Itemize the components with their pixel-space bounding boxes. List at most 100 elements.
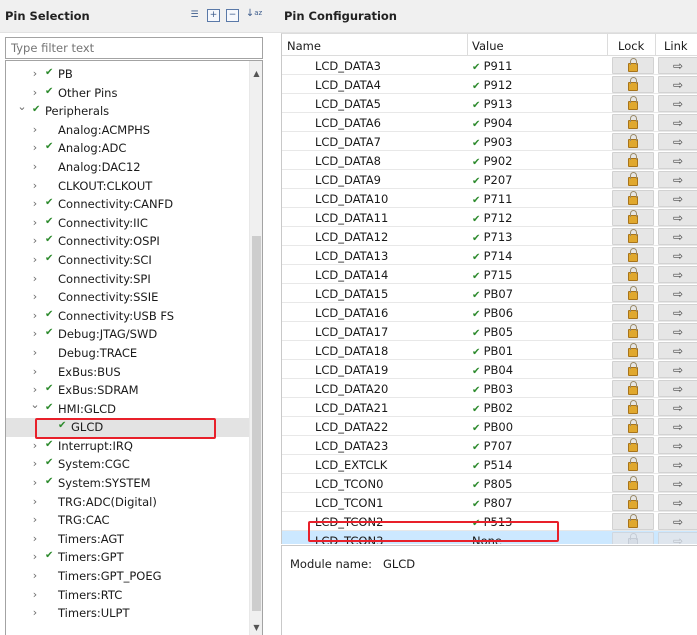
tree-item[interactable]: › ✔ Connectivity:OSPI	[6, 232, 250, 251]
link-arrow-icon[interactable]: ⇨	[658, 304, 697, 321]
table-row[interactable]: LCD_DATA5 ✔ P913 ⇨	[282, 94, 697, 113]
column-link[interactable]: Link	[664, 39, 688, 53]
tree-item[interactable]: ⌄ ✔ Peripherals	[6, 100, 250, 121]
tree-item[interactable]: › ✔ Connectivity:SCI	[6, 251, 250, 270]
table-row[interactable]: LCD_DATA23 ✔ P707 ⇨	[282, 436, 697, 455]
pin-value[interactable]: P711	[484, 192, 513, 206]
table-row[interactable]: LCD_TCON3 None ⇨	[282, 531, 697, 544]
chevron-right-icon[interactable]: ›	[29, 309, 41, 322]
tree-item[interactable]: › ✔ System:SYSTEM	[6, 474, 250, 493]
tree-item[interactable]: › ✔ PB	[6, 65, 250, 84]
link-arrow-icon[interactable]: ⇨	[658, 190, 697, 207]
pin-value[interactable]: PB04	[484, 363, 513, 377]
table-row[interactable]: LCD_TCON0 ✔ P805 ⇨	[282, 474, 697, 493]
scroll-up-arrow-icon[interactable]: ▲	[250, 67, 262, 81]
tree-item[interactable]: › ✔ Analog:ADC	[6, 139, 250, 158]
tree-item[interactable]: › Analog:ACMPHS	[6, 121, 250, 140]
pin-value[interactable]: P707	[484, 439, 513, 453]
chevron-right-icon[interactable]: ›	[29, 532, 41, 545]
table-row[interactable]: LCD_DATA16 ✔ PB06 ⇨	[282, 303, 697, 322]
link-arrow-icon[interactable]: ⇨	[658, 228, 697, 245]
tree-item[interactable]: › ✔ Connectivity:CANFD	[6, 195, 250, 214]
lock-button[interactable]	[612, 114, 654, 131]
lock-button[interactable]	[612, 513, 654, 530]
chevron-right-icon[interactable]: ›	[29, 290, 41, 303]
link-arrow-icon[interactable]: ⇨	[658, 418, 697, 435]
lock-button[interactable]	[612, 95, 654, 112]
table-row[interactable]: LCD_TCON2 ✔ P513 ⇨	[282, 512, 697, 531]
link-arrow-icon[interactable]: ⇨	[658, 209, 697, 226]
link-arrow-icon[interactable]: ⇨	[658, 114, 697, 131]
link-arrow-icon[interactable]: ⇨	[658, 437, 697, 454]
chevron-right-icon[interactable]: ›	[29, 253, 41, 266]
pin-value[interactable]: P714	[484, 249, 513, 263]
table-row[interactable]: LCD_DATA10 ✔ P711 ⇨	[282, 189, 697, 208]
lock-button[interactable]	[612, 171, 654, 188]
sort-az-icon[interactable]: ↓ az	[245, 7, 263, 20]
tree-item[interactable]: › Debug:TRACE	[6, 344, 250, 363]
link-arrow-icon[interactable]: ⇨	[658, 57, 697, 74]
scrollbar-thumb[interactable]	[252, 236, 261, 611]
link-arrow-icon[interactable]: ⇨	[658, 532, 697, 544]
lock-button[interactable]	[612, 399, 654, 416]
lock-button[interactable]	[612, 285, 654, 302]
table-row[interactable]: LCD_DATA12 ✔ P713 ⇨	[282, 227, 697, 246]
tree-scrollbar[interactable]: ▲ ▼	[249, 61, 262, 635]
link-arrow-icon[interactable]: ⇨	[658, 95, 697, 112]
pin-value[interactable]: P911	[484, 59, 513, 73]
table-row[interactable]: LCD_DATA19 ✔ PB04 ⇨	[282, 360, 697, 379]
expand-all-icon[interactable]: +	[207, 9, 220, 22]
tree-item[interactable]: › Timers:ULPT	[6, 604, 250, 623]
pin-filter-input[interactable]	[5, 37, 263, 59]
chevron-right-icon[interactable]: ›	[29, 67, 41, 80]
link-arrow-icon[interactable]: ⇨	[658, 361, 697, 378]
column-name[interactable]: Name	[287, 39, 321, 53]
table-row[interactable]: LCD_DATA11 ✔ P712 ⇨	[282, 208, 697, 227]
pin-value[interactable]: PB00	[484, 420, 513, 434]
link-arrow-icon[interactable]: ⇨	[658, 247, 697, 264]
pin-value[interactable]: P904	[484, 116, 513, 130]
lock-button[interactable]	[612, 323, 654, 340]
lock-button[interactable]	[612, 190, 654, 207]
collapse-all-icon[interactable]: −	[226, 9, 239, 22]
pin-value[interactable]: PB02	[484, 401, 513, 415]
chevron-right-icon[interactable]: ›	[29, 476, 41, 489]
link-arrow-icon[interactable]: ⇨	[658, 399, 697, 416]
tree-item[interactable]: › ✔ ExBus:SDRAM	[6, 381, 250, 400]
chevron-right-icon[interactable]: ›	[29, 588, 41, 601]
chevron-right-icon[interactable]: ›	[29, 365, 41, 378]
lock-button[interactable]	[612, 380, 654, 397]
chevron-right-icon[interactable]: ›	[29, 606, 41, 619]
tree-item[interactable]: › Timers:GPT_POEG	[6, 567, 250, 586]
lock-button[interactable]	[612, 76, 654, 93]
table-row[interactable]: LCD_DATA14 ✔ P715 ⇨	[282, 265, 697, 284]
link-arrow-icon[interactable]: ⇨	[658, 171, 697, 188]
pin-value[interactable]: P903	[484, 135, 513, 149]
table-row[interactable]: LCD_DATA7 ✔ P903 ⇨	[282, 132, 697, 151]
table-row[interactable]: LCD_DATA4 ✔ P912 ⇨	[282, 75, 697, 94]
lock-button[interactable]	[612, 494, 654, 511]
pin-value[interactable]: P805	[484, 477, 513, 491]
chevron-right-icon[interactable]: ›	[29, 327, 41, 340]
scroll-down-arrow-icon[interactable]: ▼	[250, 621, 262, 635]
lock-button[interactable]	[612, 152, 654, 169]
lock-button[interactable]	[612, 361, 654, 378]
link-arrow-icon[interactable]: ⇨	[658, 475, 697, 492]
pin-value[interactable]: P807	[484, 496, 513, 510]
chevron-right-icon[interactable]: ›	[29, 457, 41, 470]
lock-button[interactable]	[612, 456, 654, 473]
chevron-right-icon[interactable]: ›	[29, 513, 41, 526]
list-icon[interactable]: ☰	[188, 9, 201, 22]
pin-value[interactable]: P514	[484, 458, 513, 472]
table-row[interactable]: LCD_DATA3 ✔ P911 ⇨	[282, 56, 697, 75]
link-arrow-icon[interactable]: ⇨	[658, 152, 697, 169]
tree-item[interactable]: › CLKOUT:CLKOUT	[6, 177, 250, 196]
chevron-right-icon[interactable]: ›	[29, 141, 41, 154]
table-row[interactable]: LCD_TCON1 ✔ P807 ⇨	[282, 493, 697, 512]
tree-item[interactable]: › ✔ Other Pins	[6, 84, 250, 103]
chevron-right-icon[interactable]: ›	[29, 569, 41, 582]
link-arrow-icon[interactable]: ⇨	[658, 323, 697, 340]
pin-value[interactable]: P712	[484, 211, 513, 225]
table-row[interactable]: LCD_DATA13 ✔ P714 ⇨	[282, 246, 697, 265]
table-row[interactable]: LCD_DATA6 ✔ P904 ⇨	[282, 113, 697, 132]
